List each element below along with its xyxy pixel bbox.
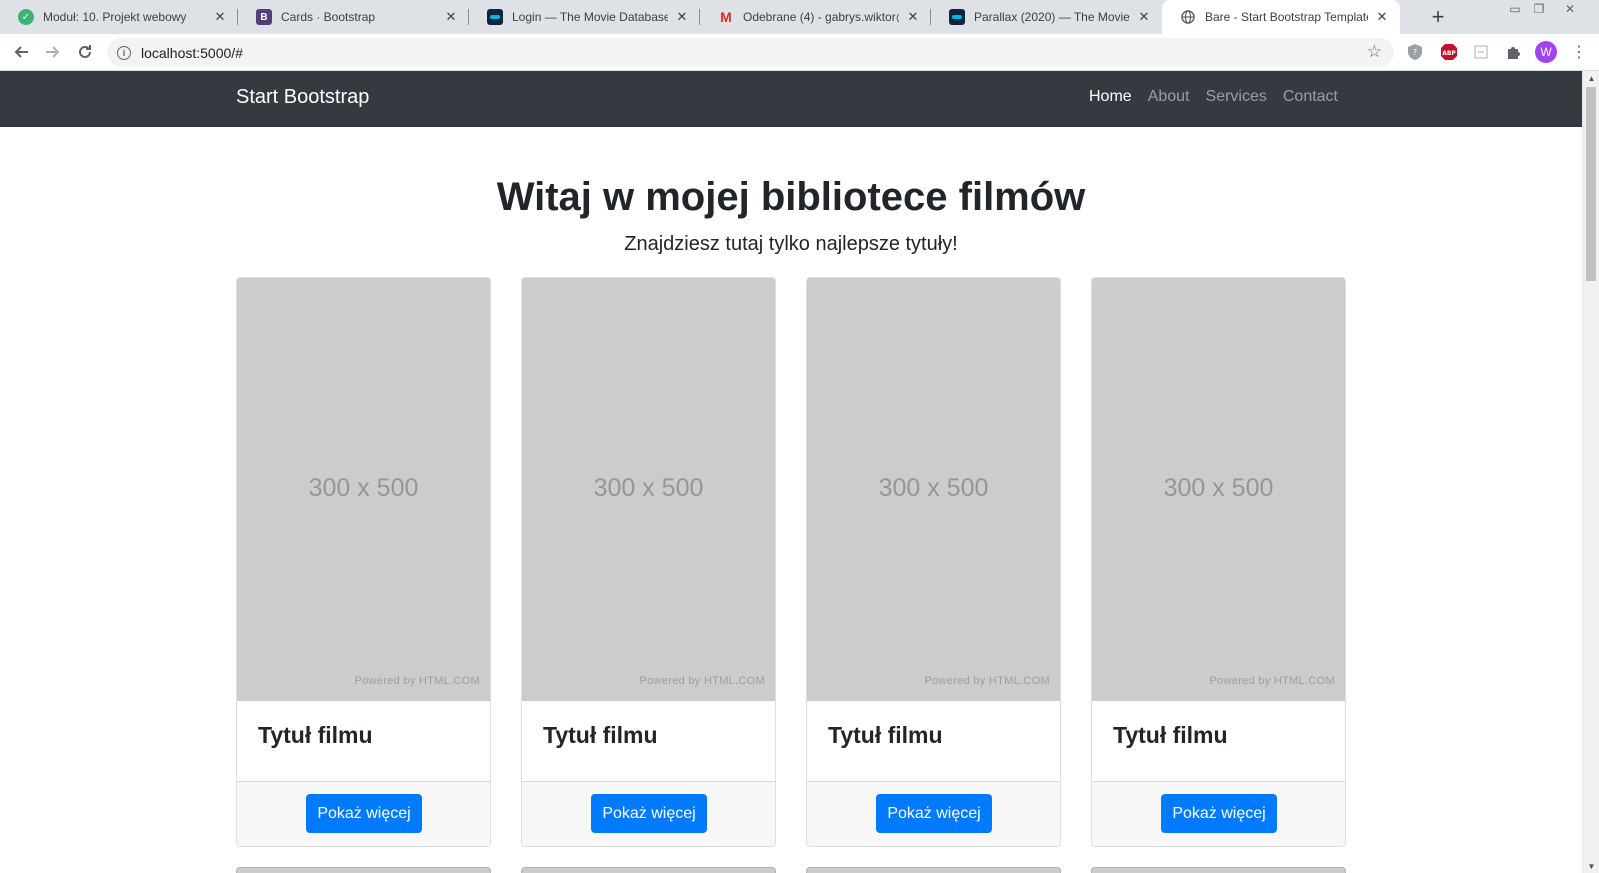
close-tab-icon[interactable]: ✕ [1136,9,1152,25]
browser-tab[interactable]: Login — The Movie Database (TMDb) ✕ [469,0,700,34]
movie-poster-placeholder: 300 x 500 Powered by HTML.COM [807,278,1060,701]
show-more-button[interactable]: Pokaż więcej [876,794,992,833]
tmdb-icon [949,9,965,25]
movie-card-partial [236,867,491,873]
svg-text:?: ? [1413,48,1417,57]
tab-title: Odebrane (4) - gabrys.wiktor@gmail.com [743,10,899,24]
card-body: Tytuł filmu [522,701,775,781]
forward-arrow-icon[interactable] [40,39,66,65]
movie-card-partial [1091,867,1346,873]
close-tab-icon[interactable]: ✕ [674,9,690,25]
tab-title: Parallax (2020) — The Movie Database [974,10,1130,24]
movie-title: Tytuł filmu [543,722,658,748]
placeholder-dimensions: 300 x 500 [878,474,989,502]
card-body: Tytuł filmu [807,701,1060,781]
site-navbar: Start Bootstrap Home About Services Cont… [0,71,1582,127]
shield-extension-icon[interactable]: ? [1405,42,1425,62]
placeholder-credit: Powered by HTML.COM [1209,675,1335,687]
placeholder-credit: Powered by HTML.COM [639,675,765,687]
new-tab-button[interactable]: + [1426,4,1450,29]
nav-link-services[interactable]: Services [1206,88,1267,106]
more-menu-icon[interactable]: ⋮ [1569,42,1589,62]
browser-tab-strip: ✓ Moduł: 10. Projekt webowy ✕ B Cards · … [0,0,1599,34]
movie-card-partial [521,867,776,873]
scroll-down-arrow-icon[interactable]: ▼ [1583,859,1599,873]
close-tab-icon[interactable]: ✕ [905,9,921,25]
url-text: localhost:5000/# [141,44,243,61]
placeholder-dimensions: 300 x 500 [593,474,704,502]
globe-icon [1180,9,1196,25]
browser-tab[interactable]: M Odebrane (4) - gabrys.wiktor@gmail.com… [700,0,931,34]
back-arrow-icon[interactable] [8,39,34,65]
site-info-icon[interactable]: i [117,45,131,60]
browser-toolbar: i localhost:5000/# ☆ ? ABP W ⋮ [0,34,1599,71]
page-scrollbar[interactable]: ▲ ▼ [1582,71,1599,873]
navbar-brand[interactable]: Start Bootstrap [236,86,369,109]
gmail-icon: M [720,9,732,25]
green-check-icon: ✓ [18,9,34,25]
placeholder-dimensions: 300 x 500 [1163,474,1274,502]
restore-icon[interactable]: ❐ [1528,0,1550,18]
card-footer: Pokaż więcej [807,781,1060,846]
tab-title: Bare - Start Bootstrap Template [1205,10,1368,24]
nav-link-about[interactable]: About [1148,88,1190,106]
browser-tab[interactable]: Parallax (2020) — The Movie Database ✕ [931,0,1162,34]
card-footer: Pokaż więcej [237,781,490,846]
card-footer: Pokaż więcej [522,781,775,846]
nav-link-home[interactable]: Home [1089,88,1132,106]
placeholder-dimensions: 300 x 500 [308,474,419,502]
movie-poster-placeholder: 300 x 500 Powered by HTML.COM [522,278,775,701]
close-tab-icon[interactable]: ✕ [212,9,228,25]
reload-icon[interactable] [72,39,98,65]
tab-title: Login — The Movie Database (TMDb) [512,10,668,24]
movie-card: 300 x 500 Powered by HTML.COM Tytuł film… [806,277,1061,847]
movie-poster-placeholder: 300 x 500 Powered by HTML.COM [237,278,490,701]
movie-title: Tytuł filmu [1113,722,1228,748]
tab-title: Moduł: 10. Projekt webowy [43,10,187,24]
bookmark-star-icon[interactable]: ☆ [1367,42,1382,62]
card-body: Tytuł filmu [1092,701,1345,781]
adblock-plus-icon[interactable]: ABP [1439,42,1459,62]
close-tab-icon[interactable]: ✕ [1374,9,1390,25]
card-footer: Pokaż więcej [1092,781,1345,846]
navbar-links: Home About Services Contact [1073,88,1338,106]
placeholder-credit: Powered by HTML.COM [354,675,480,687]
movie-title: Tytuł filmu [828,722,943,748]
scroll-up-arrow-icon[interactable]: ▲ [1583,71,1599,85]
movie-poster-placeholder: 300 x 500 Powered by HTML.COM [1092,278,1345,701]
movie-card: 300 x 500 Powered by HTML.COM Tytuł film… [521,277,776,847]
page-viewport: Start Bootstrap Home About Services Cont… [0,71,1582,873]
minimize-icon[interactable]: ▭ [1504,0,1526,18]
browser-tab[interactable]: ✓ Moduł: 10. Projekt webowy ✕ [0,0,238,34]
scrollbar-thumb[interactable] [1586,87,1596,281]
movie-title: Tytuł filmu [258,722,373,748]
address-bar[interactable]: i localhost:5000/# ☆ [107,38,1394,67]
show-more-button[interactable]: Pokaż więcej [306,794,422,833]
svg-text:ABP: ABP [1442,50,1456,57]
tmdb-icon [487,9,503,25]
card-body: Tytuł filmu [237,701,490,781]
browser-tab-active[interactable]: Bare - Start Bootstrap Template ✕ [1162,0,1400,34]
placeholder-credit: Powered by HTML.COM [924,675,1050,687]
profile-avatar[interactable]: W [1535,41,1557,63]
tab-title: Cards · Bootstrap [281,10,376,24]
movie-card: 300 x 500 Powered by HTML.COM Tytuł film… [1091,277,1346,847]
page-title: Witaj w mojej bibliotece filmów [496,175,1086,219]
bootstrap-logo-icon: B [256,9,272,25]
movie-card: 300 x 500 Powered by HTML.COM Tytuł film… [236,277,491,847]
nav-link-contact[interactable]: Contact [1283,88,1338,106]
show-more-button[interactable]: Pokaż więcej [591,794,707,833]
close-tab-icon[interactable]: ✕ [443,9,459,25]
close-window-icon[interactable]: ✕ [1559,0,1581,18]
movie-card-partial [806,867,1061,873]
show-more-button[interactable]: Pokaż więcej [1161,794,1277,833]
puzzle-extensions-icon[interactable] [1503,42,1523,62]
page-subtitle: Znajdziesz tutaj tylko najlepsze tytuły! [624,233,958,255]
extension-icon[interactable] [1471,42,1491,62]
browser-tab[interactable]: B Cards · Bootstrap ✕ [238,0,469,34]
